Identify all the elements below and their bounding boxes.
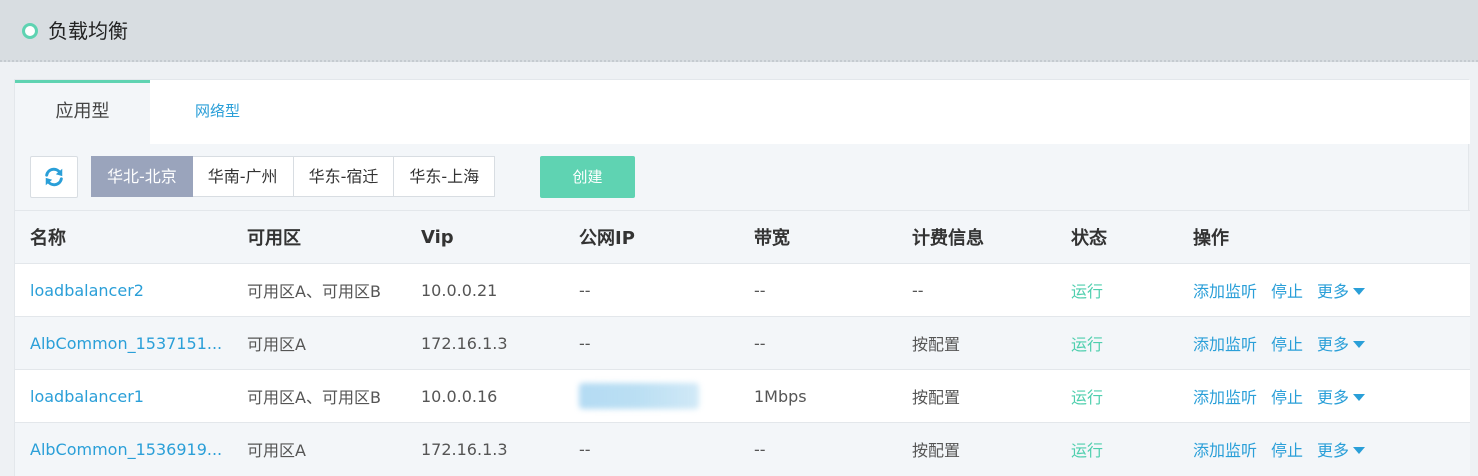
vip-cell: 172.16.1.3 [406, 422, 564, 476]
billing-cell: 按配置 [897, 422, 1056, 476]
caret-down-icon [1353, 341, 1366, 348]
status-cell: 运行 [1056, 316, 1178, 370]
billing-cell: 按配置 [897, 316, 1056, 370]
region-button-beijing[interactable]: 华北-北京 [91, 156, 193, 197]
column-header-billing[interactable]: 计费信息 [897, 210, 1056, 264]
status-cell: 运行 [1056, 263, 1178, 317]
vip-cell: 172.16.1.3 [406, 316, 564, 370]
stop-link[interactable]: 停止 [1271, 335, 1303, 354]
add-listener-link[interactable]: 添加监听 [1193, 335, 1257, 354]
actions-cell: 添加监听 停止 更多 [1178, 263, 1470, 317]
more-label: 更多 [1317, 441, 1350, 461]
public-ip-cell: -- [564, 263, 739, 317]
more-label: 更多 [1317, 335, 1350, 354]
vip-cell: 10.0.0.21 [406, 263, 564, 317]
redacted-ip [579, 383, 699, 409]
table-row: loadbalancer2 可用区A、可用区B 10.0.0.21 -- -- … [15, 263, 1470, 317]
instance-name-link[interactable]: AlbCommon_1536919... [15, 422, 232, 476]
zone-cell: 可用区A [232, 316, 406, 370]
table-row: AlbCommon_1537151... 可用区A 172.16.1.3 -- … [15, 316, 1470, 370]
instance-name-link[interactable]: AlbCommon_1537151... [15, 316, 232, 370]
table-row: AlbCommon_1536919... 可用区A 172.16.1.3 -- … [15, 422, 1470, 476]
column-header-status[interactable]: 状态 [1056, 210, 1178, 264]
billing-cell: 按配置 [897, 369, 1056, 423]
refresh-button[interactable] [30, 156, 78, 198]
bandwidth-cell: -- [739, 316, 897, 370]
more-dropdown[interactable]: 更多 [1317, 441, 1366, 461]
region-button-shanghai[interactable]: 华东-上海 [394, 156, 496, 197]
status-circle-icon [22, 23, 38, 39]
bandwidth-cell: -- [739, 422, 897, 476]
column-header-public-ip[interactable]: 公网IP [564, 210, 739, 264]
tab-network[interactable]: 网络型 [150, 80, 285, 144]
bandwidth-cell: 1Mbps [739, 369, 897, 423]
status-cell: 运行 [1056, 422, 1178, 476]
load-balancer-table: 名称 可用区 Vip 公网IP 带宽 计费信息 状态 操作 loadbalanc… [15, 210, 1470, 476]
more-dropdown[interactable]: 更多 [1317, 388, 1366, 407]
tab-application[interactable]: 应用型 [15, 80, 150, 144]
zone-cell: 可用区A、可用区B [232, 369, 406, 423]
add-listener-link[interactable]: 添加监听 [1193, 282, 1257, 301]
public-ip-cell: -- [564, 316, 739, 370]
vip-cell: 10.0.0.16 [406, 369, 564, 423]
bandwidth-cell: -- [739, 263, 897, 317]
more-label: 更多 [1317, 388, 1350, 407]
stop-link[interactable]: 停止 [1271, 441, 1303, 460]
public-ip-cell: -- [564, 422, 739, 476]
add-listener-link[interactable]: 添加监听 [1193, 388, 1257, 407]
toolbar: 华北-北京 华南-广州 华东-宿迁 华东-上海 创建 [15, 144, 1470, 210]
instance-name-link[interactable]: loadbalancer1 [15, 369, 232, 423]
caret-down-icon [1353, 447, 1366, 455]
more-dropdown[interactable]: 更多 [1317, 282, 1366, 301]
region-selector: 华北-北京 华南-广州 华东-宿迁 华东-上海 [91, 156, 496, 197]
status-cell: 运行 [1056, 369, 1178, 423]
actions-cell: 添加监听 停止 更多 [1178, 316, 1470, 370]
main-panel: 应用型 网络型 华北-北京 华南-广州 华东-宿迁 华东-上海 创建 名称 可用… [14, 79, 1470, 476]
column-header-name[interactable]: 名称 [15, 210, 232, 264]
type-tabs: 应用型 网络型 [15, 80, 1470, 144]
billing-cell: -- [897, 263, 1056, 317]
caret-down-icon [1353, 288, 1366, 295]
caret-down-icon [1353, 394, 1366, 401]
table-header-row: 名称 可用区 Vip 公网IP 带宽 计费信息 状态 操作 [15, 210, 1470, 264]
create-button[interactable]: 创建 [540, 156, 635, 198]
column-header-vip[interactable]: Vip [406, 210, 564, 264]
stop-link[interactable]: 停止 [1271, 388, 1303, 407]
zone-cell: 可用区A、可用区B [232, 263, 406, 317]
region-button-guangzhou[interactable]: 华南-广州 [192, 156, 294, 197]
refresh-icon [45, 167, 63, 187]
column-header-actions: 操作 [1178, 210, 1470, 264]
zone-cell: 可用区A [232, 422, 406, 476]
page-title: 负载均衡 [48, 19, 128, 43]
table-row: loadbalancer1 可用区A、可用区B 10.0.0.16 1Mbps … [15, 369, 1470, 423]
column-header-bandwidth[interactable]: 带宽 [739, 210, 897, 264]
page-header: 负载均衡 [0, 0, 1478, 62]
public-ip-cell [564, 369, 739, 423]
instance-name-link[interactable]: loadbalancer2 [15, 263, 232, 317]
region-button-suqian[interactable]: 华东-宿迁 [293, 156, 395, 197]
actions-cell: 添加监听 停止 更多 [1178, 422, 1470, 476]
more-dropdown[interactable]: 更多 [1317, 335, 1366, 354]
add-listener-link[interactable]: 添加监听 [1193, 441, 1257, 460]
column-header-zone[interactable]: 可用区 [232, 210, 406, 264]
stop-link[interactable]: 停止 [1271, 282, 1303, 301]
more-label: 更多 [1317, 282, 1350, 301]
actions-cell: 添加监听 停止 更多 [1178, 369, 1470, 423]
